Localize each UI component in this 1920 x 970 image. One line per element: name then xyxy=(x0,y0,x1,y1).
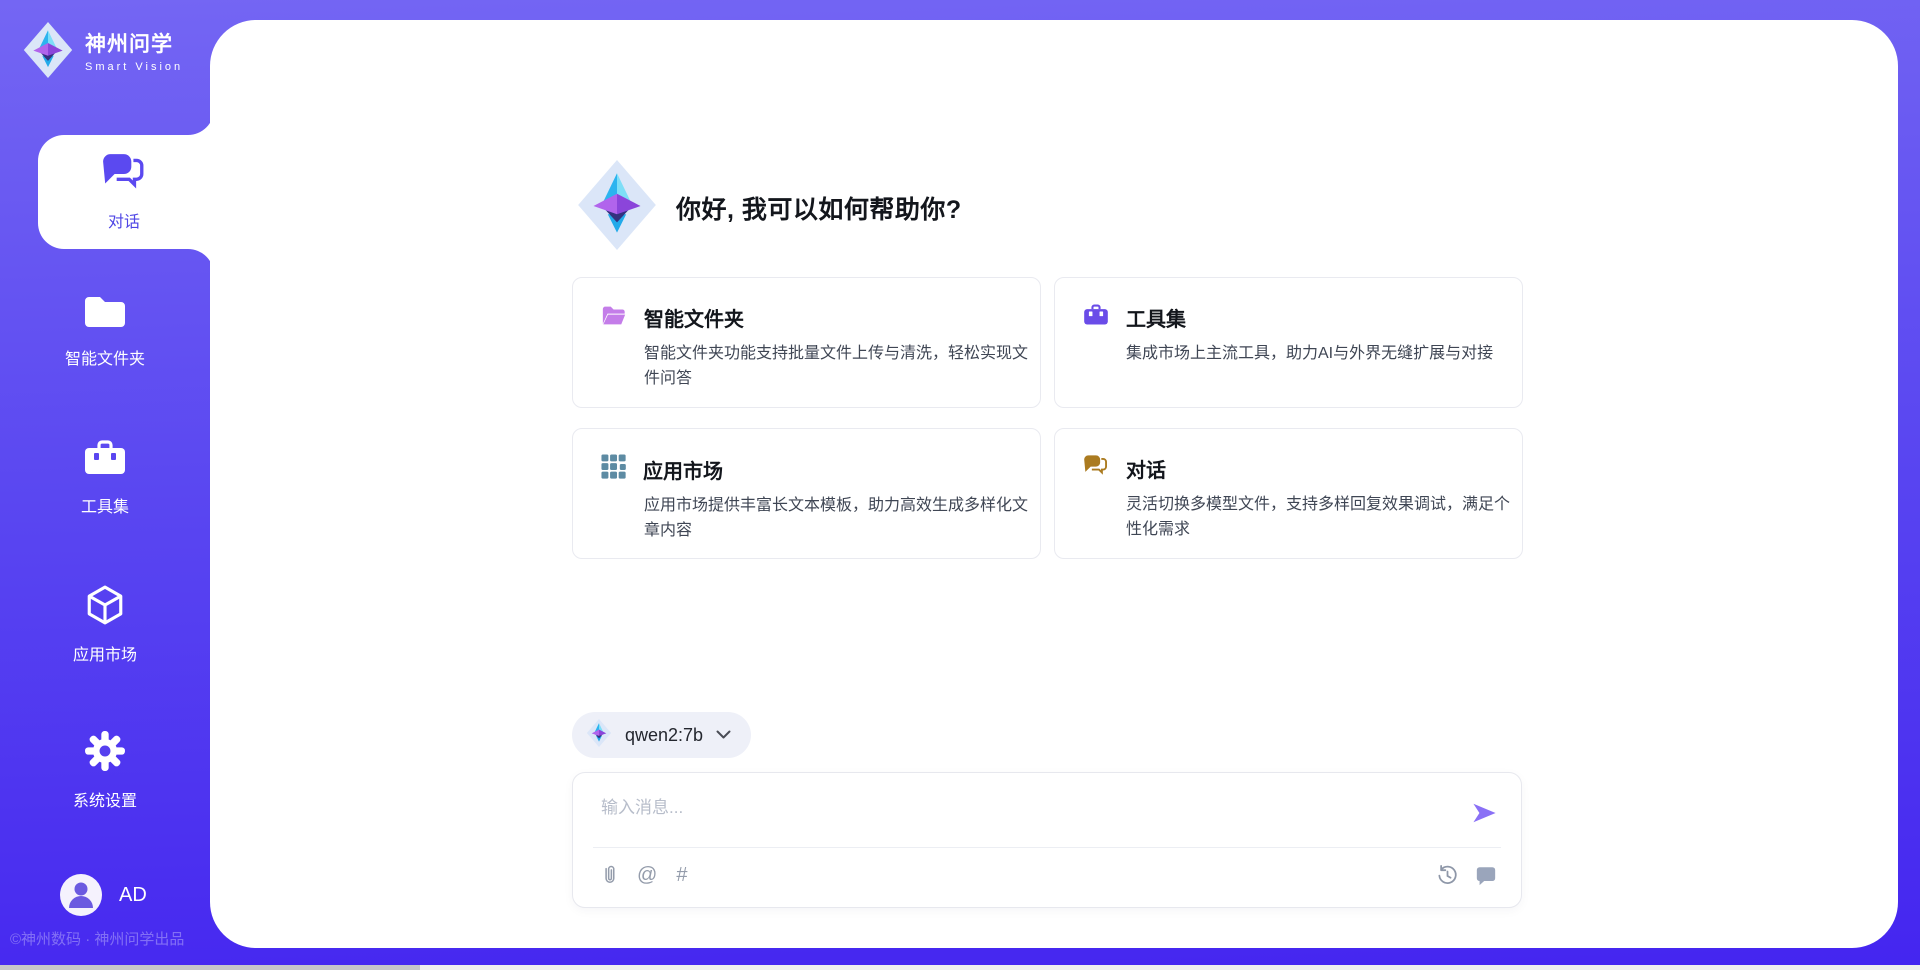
scrollbar-thumb[interactable] xyxy=(0,965,420,970)
sidebar-item-settings[interactable]: 系统设置 xyxy=(0,730,210,811)
copyright-text: ©神州数码 · 神州问学出品 xyxy=(10,928,184,949)
gear-icon xyxy=(84,730,126,777)
chat-bubbles-icon xyxy=(1083,454,1109,483)
cube-icon xyxy=(84,584,126,631)
card-description: 灵活切换多模型文件，支持多样回复效果调试，满足个性化需求 xyxy=(1126,493,1521,543)
briefcase-icon xyxy=(1083,303,1109,332)
sidebar-item-label: 对话 xyxy=(108,208,140,232)
diamond-gem-icon xyxy=(586,719,612,752)
chat-bubbles-icon xyxy=(101,152,147,199)
toolbox-icon xyxy=(83,438,127,483)
composer-divider xyxy=(593,847,1501,848)
chevron-down-icon xyxy=(716,726,731,744)
message-icon[interactable] xyxy=(1475,865,1497,886)
card-app-market[interactable]: 应用市场 应用市场提供丰富长文本模板，助力高效生成多样化文章内容 xyxy=(572,428,1041,559)
sidebar-item-label: 智能文件夹 xyxy=(65,345,145,369)
diamond-gem-icon xyxy=(578,160,656,255)
app-grid-icon xyxy=(601,454,626,484)
card-toolset[interactable]: 工具集 集成市场上主流工具，助力AI与外界无缝扩展与对接 xyxy=(1054,277,1523,408)
brand-name: 神州问学 xyxy=(85,32,183,57)
diamond-gem-icon xyxy=(22,22,74,83)
card-title: 应用市场 xyxy=(643,455,723,484)
sidebar-item-toolset[interactable]: 工具集 xyxy=(0,438,210,517)
send-icon[interactable] xyxy=(1472,801,1497,825)
sidebar-item-label: 工具集 xyxy=(81,493,129,517)
person-icon xyxy=(61,874,101,916)
composer-toolbar: @ # xyxy=(601,859,1497,891)
model-selector[interactable]: qwen2:7b xyxy=(572,712,751,758)
card-chat[interactable]: 对话 灵活切换多模型文件，支持多样回复效果调试，满足个性化需求 xyxy=(1054,428,1523,559)
welcome-header: 你好, 我可以如何帮助你? xyxy=(578,160,962,255)
message-input[interactable] xyxy=(601,793,1451,845)
sidebar-item-label: 系统设置 xyxy=(73,787,137,811)
sidebar-item-app-market[interactable]: 应用市场 xyxy=(0,584,210,665)
feature-cards: 智能文件夹 智能文件夹功能支持批量文件上传与清洗，轻松实现文件问答 工具集 集成… xyxy=(572,277,1523,559)
card-description: 智能文件夹功能支持批量文件上传与清洗，轻松实现文件问答 xyxy=(644,342,1039,392)
greeting-title: 你好, 我可以如何帮助你? xyxy=(676,190,962,226)
card-title: 对话 xyxy=(1126,454,1166,483)
user-initials: AD xyxy=(119,884,147,907)
sidebar-item-label: 应用市场 xyxy=(73,641,137,665)
model-name: qwen2:7b xyxy=(625,725,703,746)
card-smart-folder[interactable]: 智能文件夹 智能文件夹功能支持批量文件上传与清洗，轻松实现文件问答 xyxy=(572,277,1041,408)
hash-icon[interactable]: # xyxy=(676,865,687,885)
horizontal-scrollbar[interactable] xyxy=(0,965,1920,970)
folder-icon xyxy=(83,292,127,335)
message-composer: @ # xyxy=(572,772,1522,908)
user-profile[interactable]: AD xyxy=(60,874,147,916)
brand-subtitle: Smart Vision xyxy=(85,61,183,73)
sidebar-item-smart-folder[interactable]: 智能文件夹 xyxy=(0,292,210,369)
brand: 神州问学 Smart Vision xyxy=(22,22,183,83)
open-folder-icon xyxy=(601,304,627,332)
avatar xyxy=(60,874,102,916)
at-icon[interactable]: @ xyxy=(637,865,657,885)
card-title: 工具集 xyxy=(1126,303,1186,332)
card-title: 智能文件夹 xyxy=(644,303,744,332)
history-icon[interactable] xyxy=(1436,864,1459,887)
sidebar-item-chat[interactable]: 对话 xyxy=(38,135,210,249)
card-description: 应用市场提供丰富长文本模板，助力高效生成多样化文章内容 xyxy=(644,494,1039,544)
card-description: 集成市场上主流工具，助力AI与外界无缝扩展与对接 xyxy=(1126,342,1521,367)
paperclip-icon[interactable] xyxy=(601,863,618,887)
